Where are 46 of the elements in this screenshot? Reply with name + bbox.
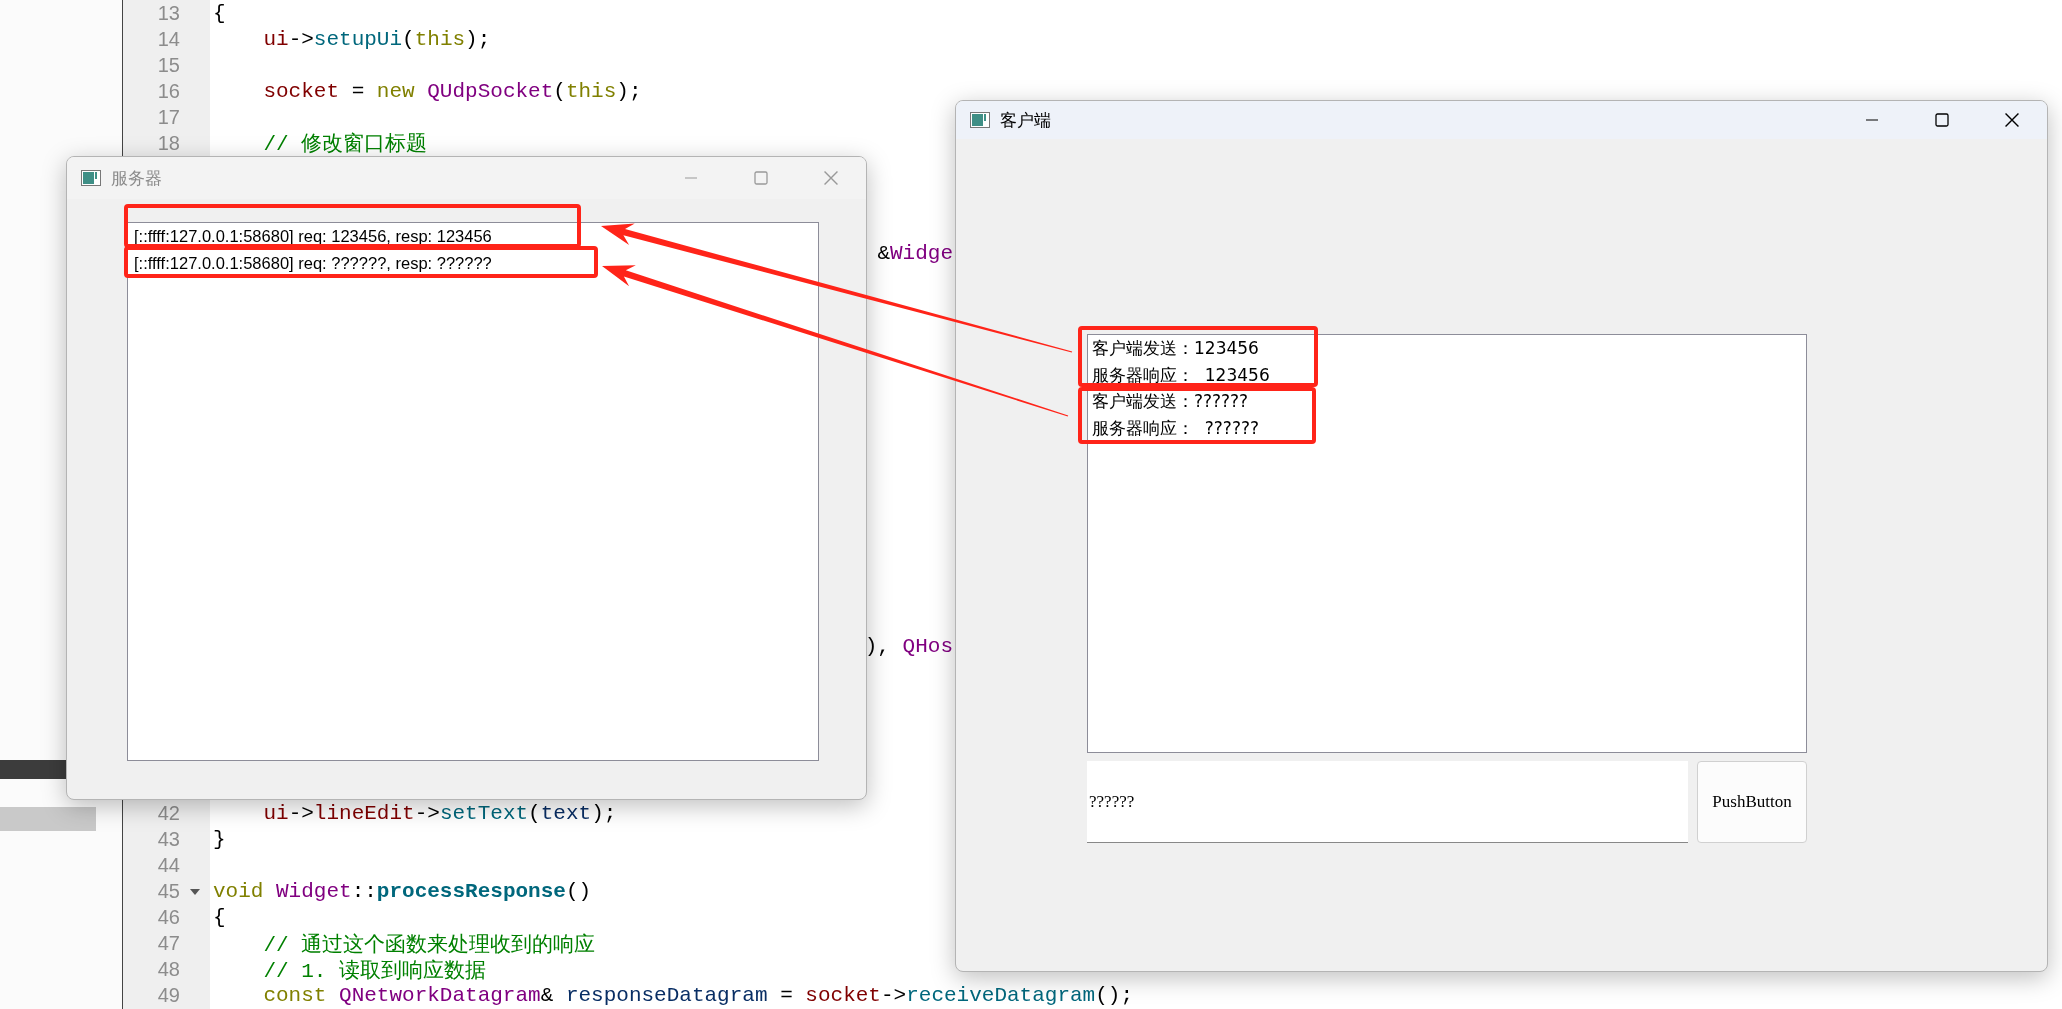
line-number: 18 bbox=[157, 131, 180, 154]
code-line: ui->setupUi(this); bbox=[262, 27, 491, 51]
window-title: 客户端 bbox=[1000, 108, 1051, 132]
code-line: ui->lineEdit->setText(text); bbox=[262, 802, 617, 826]
maximize-icon bbox=[754, 171, 768, 185]
line-number: 17 bbox=[157, 105, 180, 128]
code-line: // 修改窗口标题 bbox=[262, 131, 428, 157]
log-entry: [::ffff:127.0.0.1:58680] req: ??????, resp: ?????? bbox=[134, 254, 492, 273]
minimize-icon bbox=[684, 177, 698, 179]
window-title: 服务器 bbox=[111, 166, 162, 190]
code-line: // 1. 读取到响应数据 bbox=[262, 958, 487, 984]
line-number: 14 bbox=[157, 27, 180, 50]
log-entry: 服务器响应： ?????? bbox=[1092, 418, 1259, 437]
line-number: 43 bbox=[157, 828, 180, 851]
window-icon bbox=[81, 170, 101, 186]
line-number: 47 bbox=[157, 932, 180, 955]
line-number: 16 bbox=[157, 79, 180, 102]
maximize-icon bbox=[1935, 113, 1949, 127]
input-field[interactable]: ?????? bbox=[1087, 761, 1688, 843]
code-line: const QNetworkDatagram& responseDatagram = socket->receiveDatagram(); bbox=[262, 984, 1134, 1008]
window-icon bbox=[970, 112, 990, 128]
minimize-icon bbox=[1865, 119, 1879, 121]
log-entry: [::ffff:127.0.0.1:58680] req: 123456, resp: 123456 bbox=[134, 227, 492, 246]
code-line: ), QHos bbox=[864, 635, 953, 659]
line-number: 49 bbox=[157, 984, 180, 1007]
code-line: { bbox=[213, 1, 226, 25]
fold-icon[interactable] bbox=[189, 887, 201, 896]
log-entry: 客户端发送：?????? bbox=[1092, 392, 1249, 410]
code-line: socket = new QUdpSocket(this); bbox=[262, 79, 642, 103]
line-number: 15 bbox=[157, 53, 180, 76]
code-line: &Widge bbox=[877, 242, 953, 266]
close-icon bbox=[2005, 113, 2019, 127]
line-number: 48 bbox=[157, 958, 180, 981]
code-line: void Widget::processResponse() bbox=[213, 880, 592, 904]
code-line: } bbox=[213, 828, 226, 852]
push-button[interactable]: PushButton bbox=[1697, 761, 1807, 843]
line-number: 45 bbox=[157, 880, 180, 903]
line-number: 46 bbox=[157, 906, 180, 929]
log-entry: 服务器响应： 123456 bbox=[1092, 365, 1270, 384]
log-entry: 客户端发送：123456 bbox=[1092, 339, 1259, 357]
line-number: 42 bbox=[157, 802, 180, 825]
line-number: 44 bbox=[157, 854, 180, 877]
code-line: // 通过这个函数来处理收到的响应 bbox=[262, 932, 596, 958]
line-number: 13 bbox=[157, 1, 180, 24]
close-icon bbox=[824, 171, 838, 185]
code-line: { bbox=[213, 906, 226, 930]
